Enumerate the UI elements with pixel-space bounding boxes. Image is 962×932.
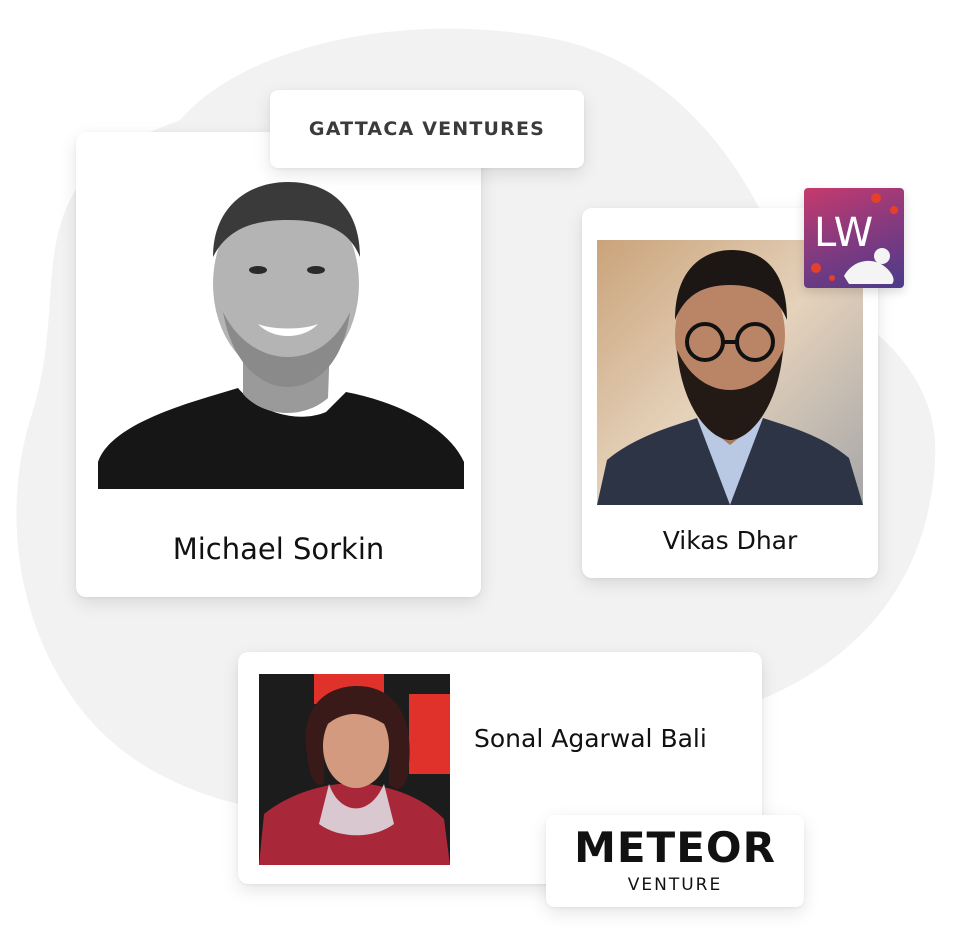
person-card-michael: Michael Sorkin <box>76 132 481 597</box>
gattaca-ventures-logo: GATTACA VENTURES <box>270 90 584 168</box>
flower-decoration-icon <box>811 193 898 284</box>
investor-showcase: Michael Sorkin GATTACA VENTURES Vikas Dh… <box>0 0 962 932</box>
gattaca-logo-text: GATTACA VENTURES <box>308 118 546 140</box>
person-silhouette-icon <box>259 674 450 865</box>
venture-logo-text: VENTURE <box>627 875 723 895</box>
person-name: Michael Sorkin <box>172 532 385 566</box>
portrait-photo-color <box>259 674 450 865</box>
lw-badge-logo: LW <box>804 188 904 288</box>
portrait-photo-grayscale <box>98 162 464 489</box>
meteor-venture-logo: METEOR VENTURE <box>546 815 804 907</box>
meteor-logo-text: METEOR <box>574 823 776 872</box>
person-name: Vikas Dhar <box>662 526 798 555</box>
person-silhouette-icon <box>98 182 464 489</box>
person-name: Sonal Agarwal Bali <box>474 724 707 753</box>
